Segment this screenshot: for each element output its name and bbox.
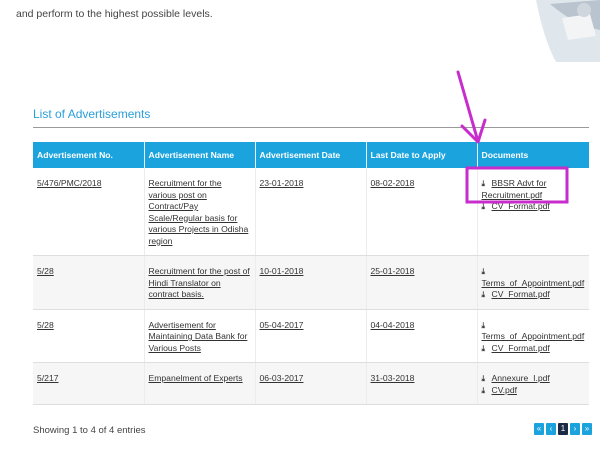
- last-date: 04-04-2018: [370, 319, 415, 330]
- cell-documents: ⤓ Terms_of_Appointment.pdf ⤓ CV_Format.pdf: [477, 309, 589, 363]
- document-item: ⤓ BBSR Advt for Recruitment.pdf: [482, 178, 586, 201]
- download-icon[interactable]: ⤓: [482, 178, 492, 190]
- header-advertisement-date[interactable]: Advertisement Date: [255, 142, 367, 168]
- last-date: 08-02-2018: [370, 178, 415, 188]
- document-link[interactable]: Annexure_I.pdf: [492, 373, 550, 383]
- cell-documents: ⤓ Annexure_I.pdf ⤓ CV.pdf: [477, 362, 589, 405]
- cell-number: 5/28: [33, 255, 145, 310]
- cell-last-date: 31-03-2018: [366, 362, 478, 405]
- document-item: ⤓ CV_Format.pdf: [482, 201, 586, 213]
- next-page-button[interactable]: ›: [570, 423, 580, 435]
- table-row: 5/217 Empanelment of Experts 06-03-2017 …: [33, 362, 589, 405]
- header-advertisement-no[interactable]: Advertisement No.: [33, 142, 145, 168]
- first-page-button[interactable]: «: [534, 423, 544, 435]
- intro-text: and perform to the highest possible leve…: [16, 8, 213, 20]
- cell-number: 5/28: [33, 309, 145, 363]
- last-page-button[interactable]: »: [582, 423, 592, 435]
- cell-last-date: 04-04-2018: [366, 309, 478, 363]
- document-link[interactable]: CV_Format.pdf: [492, 343, 550, 353]
- cell-name: Empanelment of Experts: [144, 362, 256, 405]
- cell-last-date: 25-01-2018: [366, 255, 478, 310]
- table-row: 5/28 Advertisement for Maintaining Data …: [33, 309, 589, 363]
- document-item: ⤓ Terms_of_Appointment.pdf: [482, 266, 586, 289]
- document-link[interactable]: BBSR Advt for Recruitment.pdf: [482, 178, 547, 200]
- download-icon[interactable]: ⤓: [482, 343, 492, 355]
- last-date: 25-01-2018: [370, 266, 415, 276]
- cell-name: Recruitment for the post of Hindi Transl…: [144, 255, 256, 310]
- advertisements-table: Advertisement No. Advertisement Name Adv…: [33, 142, 589, 405]
- cell-name: Advertisement for Maintaining Data Bank …: [144, 309, 256, 363]
- document-item: ⤓ CV_Format.pdf: [482, 343, 586, 355]
- cell-date: 06-03-2017: [255, 362, 367, 405]
- document-item: ⤓ Terms_of_Appointment.pdf: [482, 320, 586, 343]
- document-link[interactable]: CV.pdf: [492, 385, 517, 395]
- table-row: 5/28 Recruitment for the post of Hindi T…: [33, 255, 589, 310]
- table-header-row: Advertisement No. Advertisement Name Adv…: [33, 142, 589, 168]
- annotation-arrow-shaft: [456, 70, 479, 140]
- download-icon[interactable]: ⤓: [482, 385, 492, 397]
- advertisement-name-link[interactable]: Empanelment of Experts: [149, 373, 243, 383]
- header-last-date[interactable]: Last Date to Apply: [366, 142, 478, 168]
- document-link[interactable]: CV_Format.pdf: [492, 201, 550, 211]
- advertisement-number-link[interactable]: 5/28: [37, 320, 54, 330]
- advertisement-name-link[interactable]: Recruitment for the various post on Cont…: [149, 178, 249, 246]
- download-icon[interactable]: ⤓: [482, 289, 492, 301]
- section-title: List of Advertisements: [33, 107, 151, 121]
- advertisement-number-link[interactable]: 5/476/PMC/2018: [37, 178, 102, 188]
- cell-last-date: 08-02-2018: [366, 168, 478, 256]
- cell-number: 5/476/PMC/2018: [33, 168, 145, 256]
- cell-date: 05-04-2017: [255, 309, 367, 363]
- download-icon[interactable]: ⤓: [482, 320, 492, 332]
- page-1-button[interactable]: 1: [558, 423, 568, 435]
- cell-number: 5/217: [33, 362, 145, 405]
- advertisement-name-link[interactable]: Advertisement for Maintaining Data Bank …: [149, 320, 248, 353]
- cell-documents: ⤓ Terms_of_Appointment.pdf ⤓ CV_Format.pdf: [477, 255, 589, 310]
- advertisement-date: 10-01-2018: [259, 266, 304, 276]
- prev-page-button[interactable]: ‹: [546, 423, 556, 435]
- entries-info: Showing 1 to 4 of 4 entries: [33, 425, 146, 436]
- section-divider: [33, 127, 589, 128]
- document-item: ⤓ Annexure_I.pdf: [482, 373, 586, 385]
- header-advertisement-name[interactable]: Advertisement Name: [144, 142, 256, 168]
- download-icon[interactable]: ⤓: [482, 373, 492, 385]
- cell-date: 23-01-2018: [255, 168, 367, 256]
- document-link[interactable]: Terms_of_Appointment.pdf: [482, 278, 585, 288]
- advertisement-date: 05-04-2017: [259, 319, 304, 330]
- advertisement-date: 23-01-2018: [259, 178, 304, 188]
- document-item: ⤓ CV.pdf: [482, 385, 586, 397]
- advertisement-date: 06-03-2017: [259, 373, 304, 383]
- cell-date: 10-01-2018: [255, 255, 367, 310]
- pagination: « ‹ 1 › »: [534, 423, 592, 435]
- header-documents[interactable]: Documents: [477, 142, 589, 168]
- download-icon[interactable]: ⤓: [482, 266, 492, 278]
- hero-image: [516, 0, 600, 62]
- cell-documents: ⤓ BBSR Advt for Recruitment.pdf ⤓ CV_Forma…: [477, 168, 589, 256]
- cell-name: Recruitment for the various post on Cont…: [144, 168, 256, 256]
- document-item: ⤓ CV_Format.pdf: [482, 289, 586, 301]
- advertisement-name-link[interactable]: Recruitment for the post of Hindi Transl…: [149, 266, 250, 299]
- document-link[interactable]: Terms_of_Appointment.pdf: [482, 331, 585, 341]
- download-icon[interactable]: ⤓: [482, 201, 492, 213]
- advertisement-number-link[interactable]: 5/28: [37, 266, 54, 276]
- last-date: 31-03-2018: [370, 373, 415, 383]
- table-row: 5/476/PMC/2018 Recruitment for the vario…: [33, 168, 589, 256]
- advertisement-number-link[interactable]: 5/217: [37, 373, 59, 383]
- document-link[interactable]: CV_Format.pdf: [492, 289, 550, 299]
- annotation-arrow-head: [460, 118, 487, 144]
